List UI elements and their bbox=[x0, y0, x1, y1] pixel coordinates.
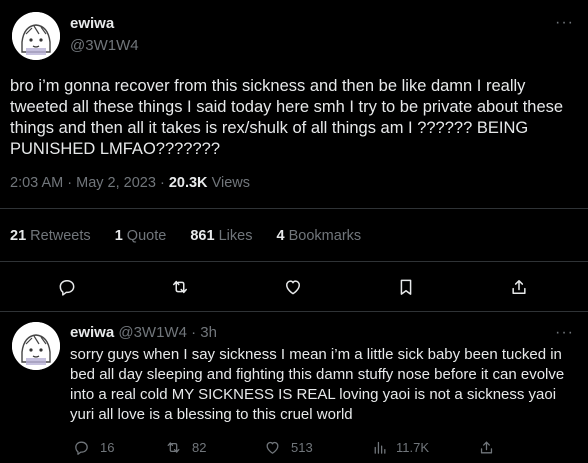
reply-button[interactable] bbox=[57, 277, 77, 297]
reply-more-options-button[interactable]: ··· bbox=[555, 324, 574, 342]
comment-bubble-icon bbox=[73, 439, 90, 456]
retweet-arrows-icon bbox=[165, 439, 182, 456]
share-upload-icon bbox=[478, 439, 495, 456]
likes-count: 861 bbox=[190, 228, 215, 244]
bookmarks-label: Bookmarks bbox=[288, 228, 362, 244]
divider bbox=[0, 261, 588, 262]
author-handle[interactable]: @3W1W4 bbox=[70, 37, 139, 54]
tweet-time[interactable]: 2:03 AM bbox=[10, 175, 63, 191]
divider bbox=[0, 208, 588, 209]
reply-separator: · bbox=[191, 324, 197, 341]
meta-separator: · bbox=[159, 175, 165, 191]
avatar[interactable] bbox=[12, 12, 60, 60]
retweets-label: Retweets bbox=[30, 228, 91, 244]
like-count: 513 bbox=[291, 440, 313, 455]
bookmarks-stat[interactable]: 4 Bookmarks bbox=[277, 228, 362, 244]
reply-like-button[interactable]: 513 bbox=[264, 439, 313, 456]
share-upload-icon bbox=[512, 280, 526, 294]
bookmark-button[interactable] bbox=[396, 277, 416, 297]
retweets-count: 21 bbox=[10, 228, 27, 244]
quotes-label: Quote bbox=[126, 228, 167, 244]
quotes-count: 1 bbox=[114, 228, 123, 244]
tweet-stats: 21 Retweets 1 Quote 861 Likes 4 Bookmark… bbox=[10, 228, 361, 244]
retweet-button[interactable] bbox=[170, 277, 190, 297]
reply-age[interactable]: 3h bbox=[200, 324, 217, 341]
like-button[interactable] bbox=[283, 277, 303, 297]
meta-separator: · bbox=[67, 175, 73, 191]
views-label: Views bbox=[211, 175, 250, 191]
reply-share-button[interactable] bbox=[478, 439, 495, 456]
share-button[interactable] bbox=[509, 277, 529, 297]
views-count: 11.7K bbox=[396, 440, 430, 455]
reply-retweet-button[interactable]: 82 bbox=[165, 439, 206, 456]
author-name[interactable]: ewiwa bbox=[70, 15, 114, 32]
avatar-drawing-icon bbox=[12, 322, 60, 370]
heart-icon bbox=[264, 439, 281, 456]
retweets-stat[interactable]: 21 Retweets bbox=[10, 228, 91, 244]
comment-bubble-icon bbox=[59, 280, 75, 296]
reply-views-button[interactable]: 11.7K bbox=[371, 439, 429, 456]
avatar-drawing-icon bbox=[12, 12, 60, 60]
divider bbox=[0, 311, 588, 312]
bookmarks-count: 4 bbox=[276, 228, 285, 244]
avatar[interactable] bbox=[12, 322, 60, 370]
reply-author-handle[interactable]: @3W1W4 bbox=[118, 324, 187, 341]
bar-chart-icon bbox=[371, 439, 388, 456]
views-count: 20.3K bbox=[168, 175, 208, 191]
retweet-arrows-icon bbox=[173, 280, 187, 294]
reply-text: sorry guys when I say sickness I mean i’… bbox=[70, 346, 565, 423]
tweet-meta: 2:03 AM · May 2, 2023 · 20.3K Views bbox=[10, 175, 250, 191]
likes-stat[interactable]: 861 Likes bbox=[190, 228, 252, 244]
reply-reply-button[interactable]: 16 bbox=[73, 439, 114, 456]
tweet-text: bro i’m gonna recover from this sickness… bbox=[10, 77, 564, 158]
reply-count: 16 bbox=[100, 440, 115, 455]
reply-author-name[interactable]: ewiwa bbox=[70, 324, 114, 341]
reply-header: ewiwa @3W1W4 · 3h bbox=[70, 324, 217, 341]
quotes-stat[interactable]: 1 Quote bbox=[115, 228, 167, 244]
retweet-count: 82 bbox=[192, 440, 207, 455]
heart-icon bbox=[286, 280, 300, 295]
bookmark-icon bbox=[400, 279, 412, 295]
likes-label: Likes bbox=[218, 228, 253, 244]
tweet-date[interactable]: May 2, 2023 bbox=[76, 175, 156, 191]
more-options-button[interactable]: ··· bbox=[555, 14, 574, 32]
